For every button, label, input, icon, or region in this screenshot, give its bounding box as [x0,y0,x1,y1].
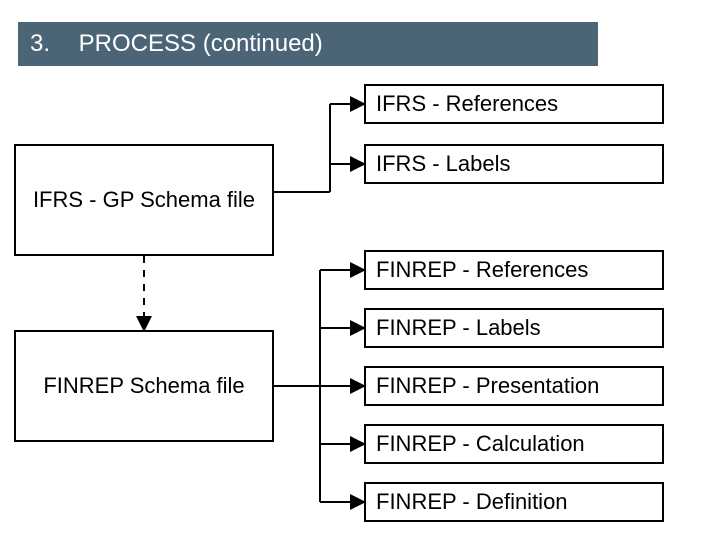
section-title: PROCESS (continued) [79,30,323,57]
node-ifrs-labels: IFRS - Labels [364,144,664,184]
node-label: IFRS - Labels [376,151,511,177]
node-label: FINREP Schema file [43,373,244,399]
node-finrep-calculation: FINREP - Calculation [364,424,664,464]
node-finrep-schema: FINREP Schema file [14,330,274,442]
node-label: FINREP - References [376,257,588,283]
node-ifrs-gp-schema: IFRS - GP Schema file [14,144,274,256]
section-number: 3. [30,22,72,66]
node-label: FINREP - Calculation [376,431,585,457]
node-label: FINREP - Presentation [376,373,599,399]
node-label: IFRS - GP Schema file [33,187,255,213]
node-label: FINREP - Definition [376,489,568,515]
node-finrep-definition: FINREP - Definition [364,482,664,522]
node-label: FINREP - Labels [376,315,541,341]
section-header: 3. PROCESS (continued) [18,22,598,66]
node-finrep-presentation: FINREP - Presentation [364,366,664,406]
node-label: IFRS - References [376,91,558,117]
diagram-stage: 3. PROCESS (continued) IFRS - GP Schema … [0,0,720,540]
node-finrep-labels: FINREP - Labels [364,308,664,348]
node-ifrs-references: IFRS - References [364,84,664,124]
node-finrep-references: FINREP - References [364,250,664,290]
